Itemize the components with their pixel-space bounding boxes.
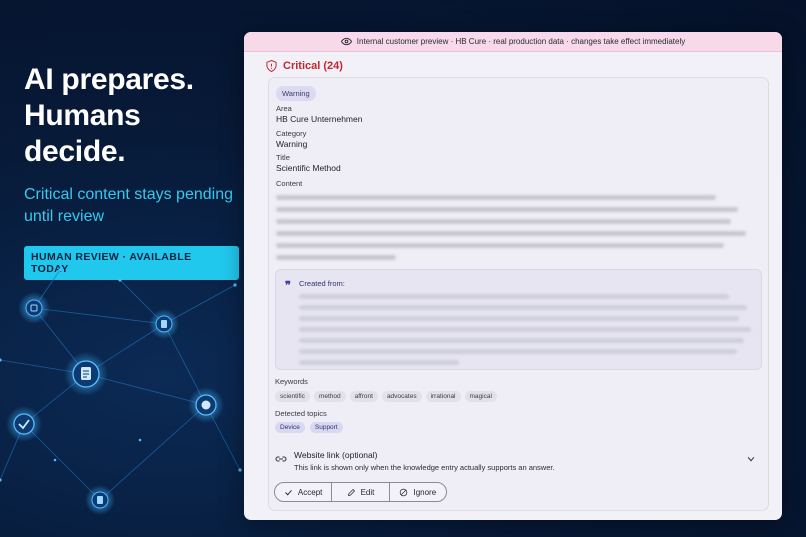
keyword-list: scientific method affront advocates irra… [275, 391, 497, 402]
link-title: Website link (optional) [294, 450, 378, 460]
banner-text: Internal customer preview · HB Cure · re… [356, 37, 686, 46]
topic-chip: Device [275, 422, 305, 433]
node-check-icon [6, 406, 42, 442]
hero-title-line-2: Humans decide. [24, 99, 141, 168]
accept-button[interactable]: Accept [275, 483, 333, 501]
knowledge-entry-panel: Warning Area HB Cure Unternehmen Categor… [268, 77, 769, 511]
ignore-label: Ignore [413, 487, 437, 497]
node-review-icon [85, 485, 115, 515]
preview-banner: Internal customer preview · HB Cure · re… [244, 32, 782, 52]
eye-icon [340, 37, 352, 46]
edit-label: Edit [360, 487, 375, 497]
hero: AI prepares. Humans decide. Critical con… [24, 62, 239, 280]
chevron-down-icon[interactable] [746, 454, 756, 464]
created-from-label: Created from: [299, 279, 345, 288]
title-label: Title [276, 153, 290, 162]
topics-label: Detected topics [275, 409, 327, 418]
pencil-icon [347, 488, 355, 496]
title-value: Scientific Method [276, 163, 341, 173]
category-value: Warning [276, 139, 308, 149]
keyword-chip: affront [349, 391, 378, 402]
hero-title-line-1: AI prepares. [24, 63, 194, 96]
review-card: Internal customer preview · HB Cure · re… [244, 32, 782, 520]
topic-chip: Support [309, 422, 343, 433]
created-from-quote: ❞ Created from: [275, 269, 762, 370]
node-document-icon [64, 352, 108, 396]
ignore-button[interactable]: Ignore [390, 483, 446, 501]
keyword-chip: scientific [275, 391, 310, 402]
critical-header: Critical (24) [266, 59, 782, 73]
node-file-icon [149, 309, 179, 339]
keyword-chip: magical [464, 391, 497, 402]
content-label: Content [276, 179, 303, 188]
check-icon [285, 489, 292, 495]
hero-title: AI prepares. Humans decide. [24, 62, 239, 170]
network-illustration [0, 268, 242, 515]
action-bar: Accept Edit Ignore [274, 482, 447, 502]
category-badge: Warning [276, 86, 316, 101]
keyword-chip: method [313, 391, 346, 402]
keyword-chip: irrational [425, 391, 461, 402]
hero-subtitle: Critical content stays pending until rev… [24, 186, 233, 225]
category-label: Category [276, 129, 307, 138]
link-description: This link is shown only when the knowled… [294, 463, 555, 472]
quote-icon: ❞ [285, 280, 291, 292]
topic-list: Device Support [275, 422, 343, 433]
shield-icon [266, 60, 277, 72]
website-link-section[interactable]: Website link (optional) This link is sho… [275, 450, 762, 475]
critical-title: Critical (24) [283, 60, 343, 72]
ban-icon [400, 488, 408, 496]
keywords-label: Keywords [275, 377, 308, 386]
area-value: HB Cure Unternehmen [276, 114, 363, 124]
accept-label: Accept [297, 487, 323, 497]
keyword-chip: advocates [381, 391, 422, 402]
node-security-icon [18, 292, 50, 324]
link-icon [275, 456, 287, 462]
edit-button[interactable]: Edit [332, 483, 390, 501]
node-verified-icon [188, 387, 224, 423]
area-label: Area [276, 104, 292, 113]
